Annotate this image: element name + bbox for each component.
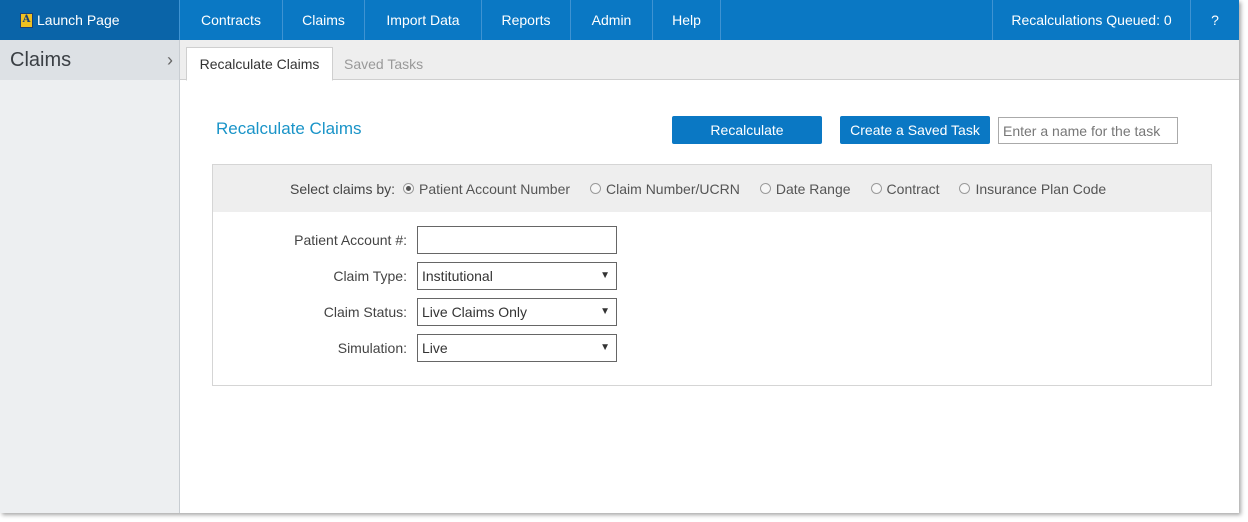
claim-status-select[interactable]: Live Claims Only ▼	[417, 298, 617, 326]
claim-type-row: Claim Type: Institutional ▼	[213, 262, 1213, 290]
radio-label: Insurance Plan Code	[975, 180, 1107, 197]
select-claims-by-label: Select claims by:	[290, 180, 396, 197]
claim-type-label: Claim Type:	[333, 268, 407, 284]
sidebar: Claims ›	[0, 40, 180, 513]
launch-page-label: Launch Page	[37, 12, 120, 28]
top-nav: A Launch Page Contracts Claims Import Da…	[0, 0, 1239, 40]
simulation-row: Simulation: Live ▼	[213, 334, 1213, 362]
page-title: Recalculate Claims	[216, 119, 362, 138]
dropdown-caret-icon: ▼	[600, 270, 610, 281]
nav-claims[interactable]: Claims	[283, 0, 365, 40]
sidebar-title: Claims	[10, 48, 72, 71]
task-name-input[interactable]	[998, 117, 1178, 144]
create-saved-task-button[interactable]: Create a Saved Task	[840, 116, 990, 144]
recalculate-button[interactable]: Recalculate	[672, 116, 822, 144]
select-claims-by-row: Select claims by: Patient Account Number…	[213, 165, 1211, 212]
nav-contracts[interactable]: Contracts	[180, 0, 283, 40]
claim-status-label: Claim Status:	[323, 304, 407, 320]
sidebar-header[interactable]: Claims ›	[0, 40, 179, 80]
dropdown-caret-icon: ▼	[600, 306, 610, 317]
tab-recalculate-claims[interactable]: Recalculate Claims	[186, 47, 333, 81]
nav-admin[interactable]: Admin	[571, 0, 653, 40]
radio-checked-icon[interactable]	[403, 183, 415, 194]
chevron-right-icon[interactable]: ›	[167, 50, 173, 71]
launch-page-link[interactable]: A Launch Page	[0, 0, 180, 40]
claim-type-value: Institutional	[422, 268, 493, 284]
recalculations-queued[interactable]: Recalculations Queued: 0	[993, 0, 1191, 40]
radio-label: Contract	[886, 180, 940, 197]
radio-claim-number-ucrn[interactable]: Claim Number/UCRN	[590, 181, 740, 197]
tab-saved-tasks[interactable]: Saved Tasks	[344, 47, 423, 81]
nav-help[interactable]: Help	[653, 0, 721, 40]
radio-label: Patient Account Number	[419, 180, 571, 197]
simulation-value: Live	[422, 340, 448, 356]
simulation-label: Simulation:	[337, 340, 407, 356]
tab-bar: Recalculate Claims Saved Tasks	[180, 40, 1239, 81]
patient-account-row: Patient Account #:	[213, 226, 1213, 254]
patient-account-label: Patient Account #:	[294, 232, 407, 248]
help-question-icon[interactable]: ?	[1191, 0, 1239, 40]
patient-account-input[interactable]	[417, 226, 617, 254]
app-logo-icon: A	[20, 12, 33, 28]
dropdown-caret-icon: ▼	[600, 342, 610, 353]
radio-unchecked-icon[interactable]	[959, 183, 971, 194]
nav-import-data[interactable]: Import Data	[365, 0, 482, 40]
claim-type-select[interactable]: Institutional ▼	[417, 262, 617, 290]
claim-status-value: Live Claims Only	[422, 304, 528, 320]
radio-patient-account-number[interactable]: Patient Account Number	[403, 181, 570, 197]
radio-label: Claim Number/UCRN	[606, 180, 740, 197]
simulation-select[interactable]: Live ▼	[417, 334, 617, 362]
radio-unchecked-icon[interactable]	[870, 183, 882, 194]
radio-label: Date Range	[775, 180, 851, 197]
nav-spacer	[721, 0, 993, 40]
radio-contract[interactable]: Contract	[870, 180, 940, 197]
claims-selection-panel: Select claims by: Patient Account Number…	[212, 164, 1212, 386]
radio-unchecked-icon[interactable]	[759, 183, 771, 194]
radio-unchecked-icon[interactable]	[590, 183, 602, 194]
app-window: A Launch Page Contracts Claims Import Da…	[0, 0, 1239, 513]
radio-date-range[interactable]: Date Range	[759, 180, 851, 197]
claim-status-row: Claim Status: Live Claims Only ▼	[213, 298, 1213, 326]
nav-reports[interactable]: Reports	[482, 0, 571, 40]
radio-insurance-plan-code[interactable]: Insurance Plan Code	[959, 181, 1106, 197]
